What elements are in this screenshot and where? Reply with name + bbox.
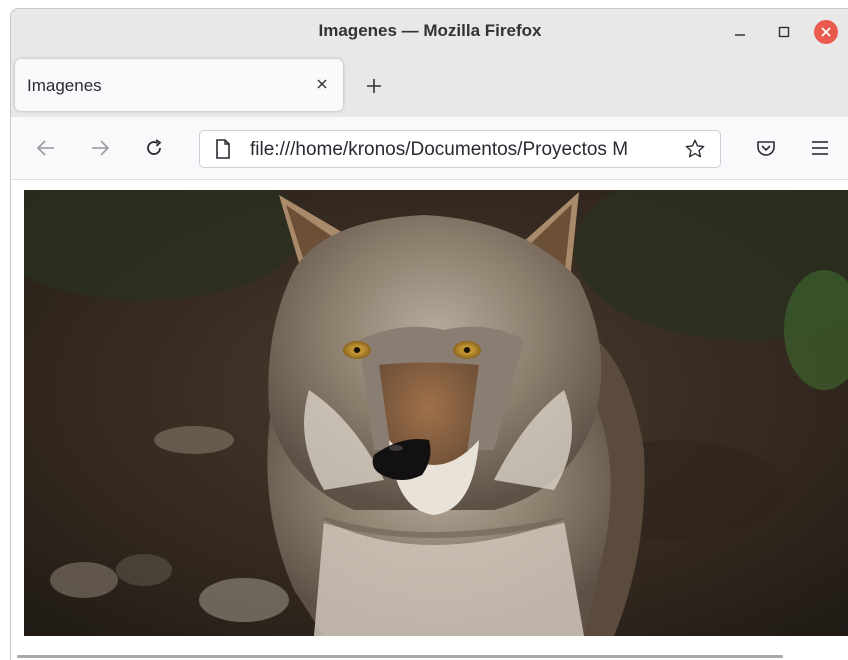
close-icon <box>821 27 831 37</box>
pocket-button[interactable] <box>751 133 781 163</box>
tab-label: Imagenes <box>27 76 102 95</box>
page-icon <box>212 138 234 160</box>
plus-icon <box>367 79 381 93</box>
minimize-icon <box>735 34 745 36</box>
minimize-button[interactable] <box>727 19 753 45</box>
close-window-button[interactable] <box>813 19 839 45</box>
url-bar[interactable]: file:///home/kronos/Documentos/Proyectos… <box>199 130 721 168</box>
page-content <box>11 180 848 660</box>
reload-button[interactable] <box>139 133 169 163</box>
back-button[interactable] <box>31 133 61 163</box>
navigation-toolbar: file:///home/kronos/Documentos/Proyectos… <box>11 117 848 180</box>
star-icon <box>685 139 705 158</box>
tab-strip: Imagenes <box>11 53 848 117</box>
horizontal-scrollbar[interactable] <box>17 655 783 658</box>
forward-button[interactable] <box>85 133 115 163</box>
new-tab-button[interactable] <box>361 73 387 99</box>
wolf-image <box>24 190 848 636</box>
window-title: Imagenes — Mozilla Firefox <box>318 21 542 40</box>
close-button-circle <box>814 20 838 44</box>
hamburger-menu-icon <box>812 141 828 155</box>
bookmark-star-button[interactable] <box>682 136 708 162</box>
pocket-icon <box>757 141 775 156</box>
close-tab-icon <box>317 79 327 89</box>
url-text[interactable]: file:///home/kronos/Documentos/Proyectos… <box>250 139 672 161</box>
reload-icon <box>147 139 162 155</box>
close-tab-button[interactable] <box>311 73 333 95</box>
app-menu-button[interactable] <box>805 133 835 163</box>
arrow-right-icon <box>92 140 110 156</box>
browser-window: Imagenes — Mozilla Firefox Imagenes file… <box>10 8 848 660</box>
maximize-icon <box>778 26 790 38</box>
tab-imagenes[interactable]: Imagenes <box>15 59 343 111</box>
arrow-left-icon <box>36 140 54 156</box>
wolf-photo-illustration <box>24 190 848 636</box>
maximize-button[interactable] <box>771 19 797 45</box>
title-bar: Imagenes — Mozilla Firefox <box>11 9 848 53</box>
